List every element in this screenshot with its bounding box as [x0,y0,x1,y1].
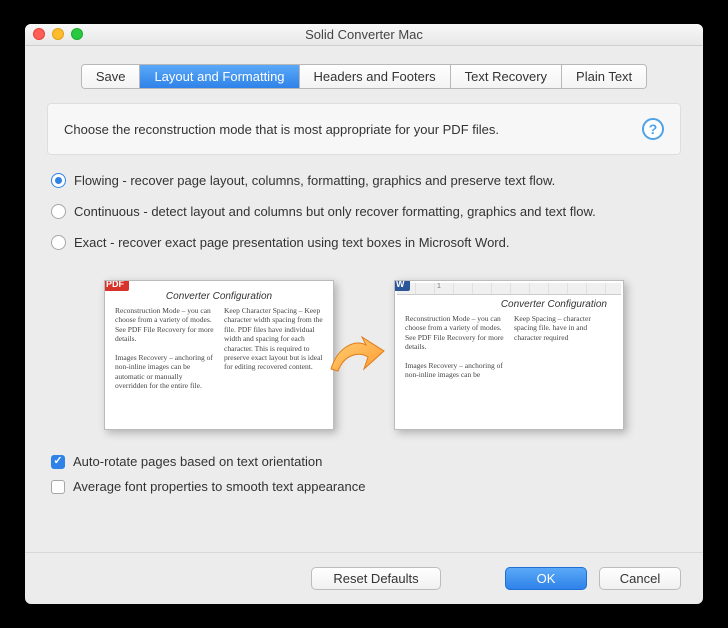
preview-col: Keep Character Spacing – Keep character … [224,306,323,390]
help-button[interactable]: ? [642,118,664,140]
ruler-icon: 1 [397,283,621,295]
word-badge-icon: W [394,280,410,291]
tab-save[interactable]: Save [82,65,141,88]
window-controls [33,28,83,40]
tab-bar: Save Layout and Formatting Headers and F… [81,64,647,89]
info-text: Choose the reconstruction mode that is m… [64,122,499,137]
preview-col: Reconstruction Mode – you can choose fro… [405,314,504,380]
preview-col: Keep Spacing – character spacing file. h… [514,314,613,380]
preview-col: Reconstruction Mode – you can choose fro… [115,306,214,390]
checkbox-label: Average font properties to smooth text a… [73,479,365,494]
tab-headers-footers[interactable]: Headers and Footers [300,65,451,88]
panel: Choose the reconstruction mode that is m… [47,103,681,552]
arrow-icon [326,331,386,381]
radio-icon [51,204,66,219]
ok-button[interactable]: OK [505,567,587,590]
radio-icon [51,173,66,188]
checkbox-icon [51,455,65,469]
preview-target-doc: W 1 Converter Configuration Reconstructi… [394,280,624,430]
mode-flowing[interactable]: Flowing - recover page layout, columns, … [51,173,677,188]
preview-columns: Reconstruction Mode – you can choose fro… [115,306,323,390]
cancel-button[interactable]: Cancel [599,567,681,590]
radio-label: Flowing - recover page layout, columns, … [74,173,555,188]
radio-label: Exact - recover exact page presentation … [74,235,509,250]
preview-source-doc: PDF Converter Configuration Reconstructi… [104,280,334,430]
checkbox-icon [51,480,65,494]
option-auto-rotate[interactable]: Auto-rotate pages based on text orientat… [51,454,677,469]
checkbox-label: Auto-rotate pages based on text orientat… [73,454,322,469]
radio-label: Continuous - detect layout and columns b… [74,204,596,219]
reset-defaults-button[interactable]: Reset Defaults [311,567,441,590]
zoom-icon[interactable] [71,28,83,40]
preview-doc-title: Converter Configuration [115,291,323,302]
mode-exact[interactable]: Exact - recover exact page presentation … [51,235,677,250]
conversion-preview: PDF Converter Configuration Reconstructi… [104,276,624,436]
close-icon[interactable] [33,28,45,40]
minimize-icon[interactable] [52,28,64,40]
option-average-font[interactable]: Average font properties to smooth text a… [51,479,677,494]
radio-icon [51,235,66,250]
tab-plain-text[interactable]: Plain Text [562,65,646,88]
pdf-badge-icon: PDF [104,280,129,291]
mode-continuous[interactable]: Continuous - detect layout and columns b… [51,204,677,219]
tab-text-recovery[interactable]: Text Recovery [451,65,562,88]
titlebar: Solid Converter Mac [25,24,703,46]
dialog-footer: Reset Defaults OK Cancel [25,552,703,604]
tab-layout-formatting[interactable]: Layout and Formatting [140,65,299,88]
preview-columns: Reconstruction Mode – you can choose fro… [405,314,613,380]
window-title: Solid Converter Mac [305,27,423,42]
mode-radio-group: Flowing - recover page layout, columns, … [51,173,677,266]
preview-doc-title: Converter Configuration [405,299,613,310]
info-banner: Choose the reconstruction mode that is m… [47,103,681,155]
options-checkboxes: Auto-rotate pages based on text orientat… [51,454,677,504]
preferences-window: Solid Converter Mac Save Layout and Form… [25,24,703,604]
